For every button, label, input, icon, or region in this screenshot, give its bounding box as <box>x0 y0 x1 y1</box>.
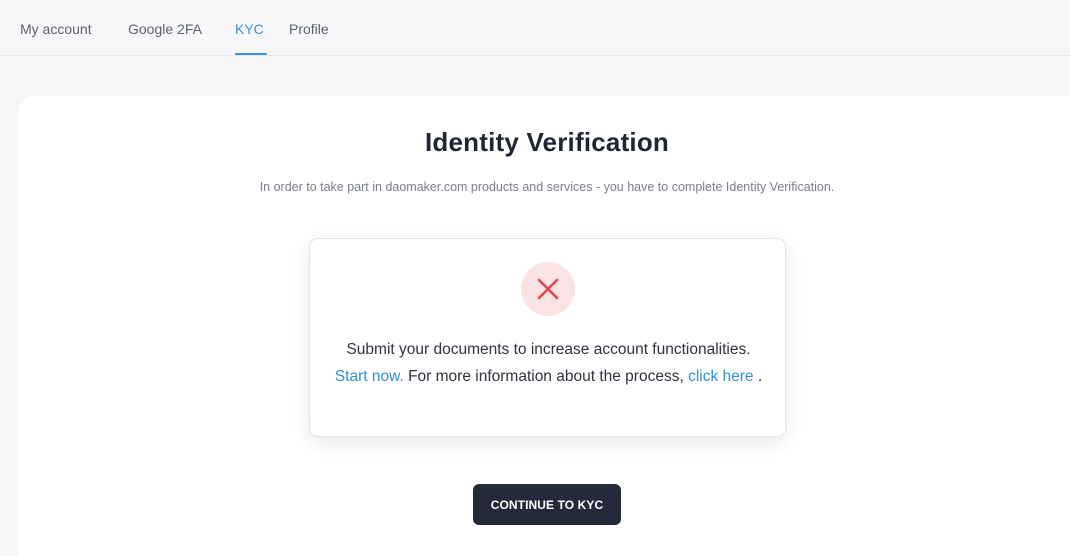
tab-profile[interactable]: Profile <box>289 21 329 37</box>
page-subtitle: In order to take part in daomaker.com pr… <box>259 180 835 194</box>
continue-to-kyc-button[interactable]: CONTINUE TO KYC <box>473 484 621 525</box>
status-text-end: . <box>757 368 763 385</box>
active-tab-indicator <box>235 53 267 55</box>
close-icon <box>521 262 575 316</box>
status-text-part2: For more information about the process, <box>408 368 684 385</box>
start-now-link[interactable]: Start now. <box>335 368 404 385</box>
click-here-link[interactable]: click here <box>688 368 753 385</box>
status-text-part1: Submit your documents to increase accoun… <box>346 341 751 358</box>
tab-google-2fa[interactable]: Google 2FA <box>128 21 202 37</box>
page-title: Identity Verification <box>424 127 670 157</box>
kyc-status-box: Submit your documents to increase accoun… <box>309 238 786 437</box>
tab-bar: My account Google 2FA KYC Profile <box>0 0 1070 56</box>
tab-my-account[interactable]: My account <box>20 21 92 37</box>
tab-kyc[interactable]: KYC <box>235 21 264 37</box>
kyc-status-message: Submit your documents to increase accoun… <box>330 336 767 390</box>
